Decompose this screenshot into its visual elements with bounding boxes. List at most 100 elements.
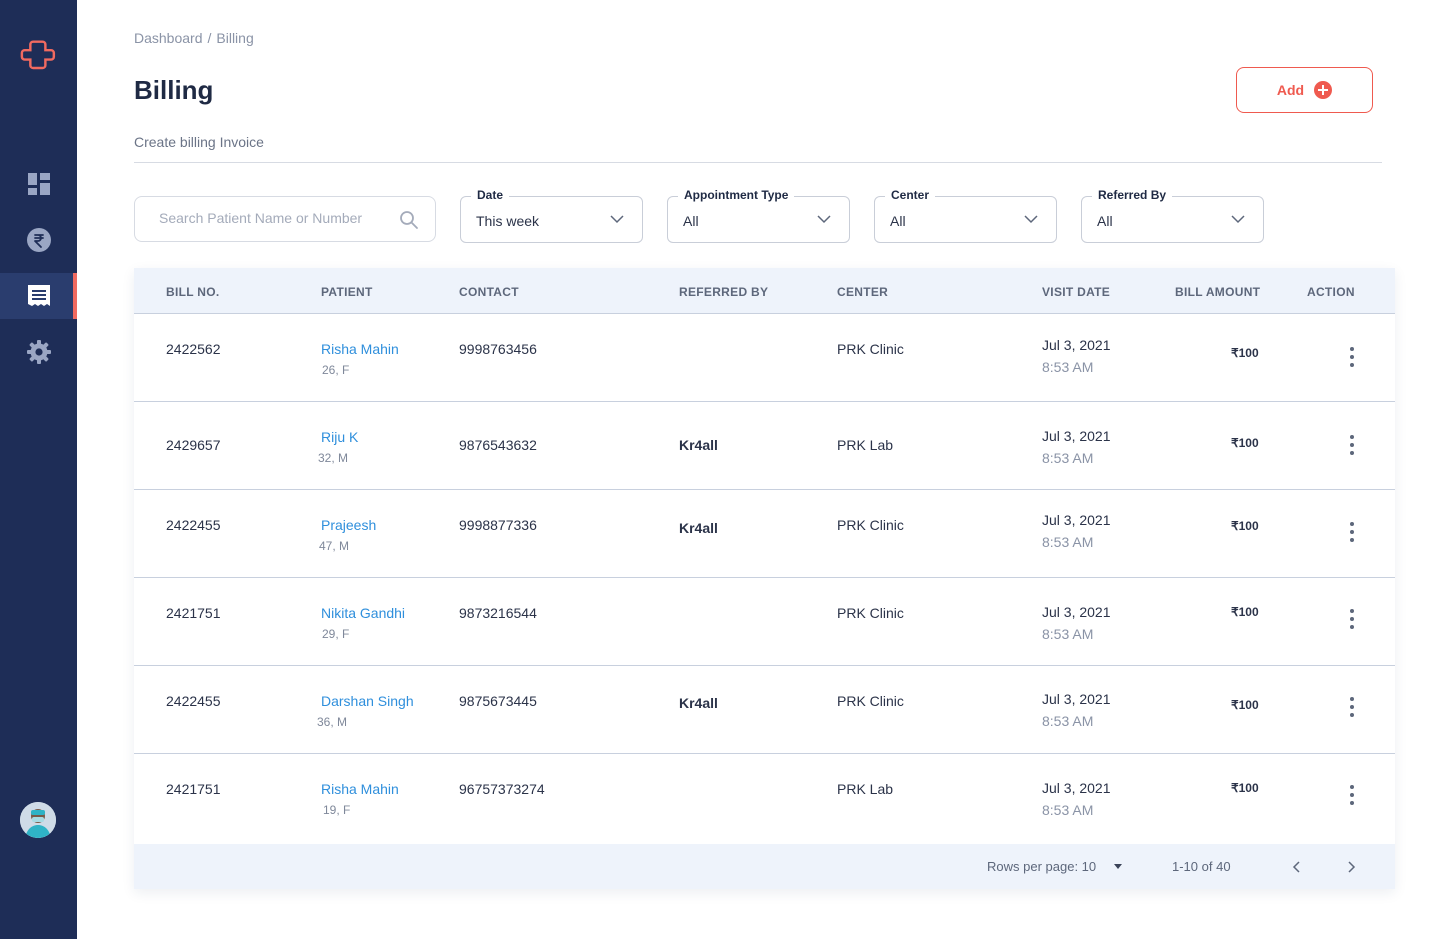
user-avatar[interactable] <box>20 802 56 838</box>
breadcrumb-current: Billing <box>216 30 254 46</box>
sidebar-item-payments[interactable] <box>0 217 77 263</box>
column-header-visit-date[interactable]: VISIT DATE <box>1042 285 1110 299</box>
column-header-contact[interactable]: CONTACT <box>459 285 519 299</box>
pagination-range: 1-10 of 40 <box>1172 859 1231 874</box>
bill-number: 2421751 <box>166 781 221 797</box>
rows-per-page-select[interactable]: Rows per page: 10 <box>987 859 1096 874</box>
contact-number: 9873216544 <box>459 605 537 621</box>
bill-amount: ₹100 <box>1231 346 1259 360</box>
contact-number: 9875673445 <box>459 693 537 709</box>
search-box[interactable] <box>134 196 436 242</box>
center-name: PRK Clinic <box>837 693 904 709</box>
visit-time: 8:53 AM <box>1042 359 1094 375</box>
visit-time: 8:53 AM <box>1042 450 1094 466</box>
column-header-referred-by[interactable]: REFERRED BY <box>679 285 768 299</box>
table-row[interactable]: 2422455 Darshan Singh 36, M 9875673445 K… <box>134 666 1395 754</box>
add-button-label: Add <box>1276 82 1305 98</box>
rupee-icon <box>26 228 51 252</box>
chevron-down-icon <box>610 215 624 224</box>
table-row[interactable]: 2422455 Prajeesh 47, M 9998877336 Kr4all… <box>134 490 1395 578</box>
billing-table: BILL NO. PATIENT CONTACT REFERRED BY CEN… <box>134 268 1395 889</box>
bill-number: 2429657 <box>166 437 221 453</box>
patient-name-link[interactable]: Risha Mahin <box>321 781 399 797</box>
visit-time: 8:53 AM <box>1042 534 1094 550</box>
chevron-left-icon <box>1292 861 1300 873</box>
appointment-type-filter[interactable]: Appointment Type All <box>667 188 850 243</box>
visit-date: Jul 3, 2021 <box>1042 780 1111 796</box>
patient-age-gender: 19, F <box>323 803 351 817</box>
table-row[interactable]: 2429657 Riju K 32, M 9876543632 Kr4all P… <box>134 402 1395 490</box>
table-row[interactable]: 2421751 Nikita Gandhi 29, F 9873216544 P… <box>134 578 1395 666</box>
visit-time: 8:53 AM <box>1042 802 1094 818</box>
patient-age-gender: 26, F <box>322 363 350 377</box>
more-actions-icon[interactable] <box>1342 695 1362 719</box>
referred-by-filter[interactable]: Referred By All <box>1081 188 1264 243</box>
breadcrumb: Dashboard / Billing <box>134 30 254 46</box>
more-actions-icon[interactable] <box>1342 783 1362 807</box>
patient-name-link[interactable]: Nikita Gandhi <box>321 605 405 621</box>
divider <box>134 162 1382 163</box>
chevron-down-icon <box>1024 215 1038 224</box>
date-filter-label: Date <box>471 188 510 202</box>
contact-number: 9876543632 <box>459 437 537 453</box>
patient-name-link[interactable]: Risha Mahin <box>321 341 399 357</box>
page-subtitle: Create billing Invoice <box>134 134 264 150</box>
column-header-patient[interactable]: PATIENT <box>321 285 373 299</box>
bill-amount: ₹100 <box>1231 605 1259 619</box>
table-row[interactable]: 2422562 Risha Mahin 26, F 9998763456 PRK… <box>134 314 1395 402</box>
patient-name-link[interactable]: Darshan Singh <box>321 693 414 709</box>
bill-number: 2422455 <box>166 517 221 533</box>
sidebar-item-dashboard[interactable] <box>0 161 77 207</box>
patient-name-link[interactable]: Prajeesh <box>321 517 376 533</box>
column-header-bill-no[interactable]: BILL NO. <box>166 285 220 299</box>
bill-amount: ₹100 <box>1231 781 1259 795</box>
bill-number: 2422562 <box>166 341 221 357</box>
logo-icon[interactable] <box>20 37 56 73</box>
visit-date: Jul 3, 2021 <box>1042 428 1111 444</box>
add-button[interactable]: Add <box>1236 67 1373 113</box>
breadcrumb-separator: / <box>207 30 212 46</box>
column-header-action: ACTION <box>1307 285 1355 299</box>
contact-number: 96757373274 <box>459 781 545 797</box>
breadcrumb-dashboard[interactable]: Dashboard <box>134 30 203 46</box>
referred-by-filter-label: Referred By <box>1092 188 1173 202</box>
chevron-right-icon <box>1348 861 1356 873</box>
table-pagination: Rows per page: 10 1-10 of 40 <box>134 844 1395 889</box>
visit-date: Jul 3, 2021 <box>1042 691 1111 707</box>
more-actions-icon[interactable] <box>1342 520 1362 544</box>
prev-page-button[interactable] <box>1286 857 1306 877</box>
search-icon[interactable] <box>399 210 419 235</box>
center-filter-value: All <box>890 213 906 229</box>
page-title: Billing <box>134 75 214 105</box>
gear-icon <box>26 340 51 364</box>
patient-age-gender: 47, M <box>319 539 350 553</box>
plus-circle-icon <box>1314 81 1333 99</box>
more-actions-icon[interactable] <box>1342 345 1362 369</box>
column-header-center[interactable]: CENTER <box>837 285 888 299</box>
more-actions-icon[interactable] <box>1342 433 1362 457</box>
table-row[interactable]: 2421751 Risha Mahin 19, F 96757373274 PR… <box>134 754 1395 842</box>
patient-age-gender: 36, M <box>317 715 348 729</box>
sidebar-item-settings[interactable] <box>0 329 77 375</box>
caret-down-icon[interactable] <box>1114 864 1122 869</box>
patient-age-gender: 32, M <box>318 451 349 465</box>
patient-name-link[interactable]: Riju K <box>321 429 358 445</box>
center-filter[interactable]: Center All <box>874 188 1057 243</box>
bill-amount: ₹100 <box>1231 698 1259 712</box>
center-name: PRK Clinic <box>837 341 904 357</box>
visit-date: Jul 3, 2021 <box>1042 604 1111 620</box>
search-input[interactable] <box>159 210 389 226</box>
date-filter-value: This week <box>476 213 540 229</box>
date-filter[interactable]: Date This week <box>460 188 643 243</box>
sidebar-item-billing[interactable] <box>0 273 77 319</box>
more-actions-icon[interactable] <box>1342 607 1362 631</box>
column-header-bill-amount[interactable]: BILL AMOUNT <box>1175 285 1260 299</box>
visit-time: 8:53 AM <box>1042 626 1094 642</box>
bill-amount: ₹100 <box>1231 436 1259 450</box>
chevron-down-icon <box>1231 215 1245 224</box>
referred-by: Kr4all <box>679 437 718 453</box>
appointment-type-filter-label: Appointment Type <box>678 188 795 202</box>
table-header: BILL NO. PATIENT CONTACT REFERRED BY CEN… <box>134 268 1395 314</box>
next-page-button[interactable] <box>1342 857 1362 877</box>
referred-by-filter-value: All <box>1097 213 1113 229</box>
